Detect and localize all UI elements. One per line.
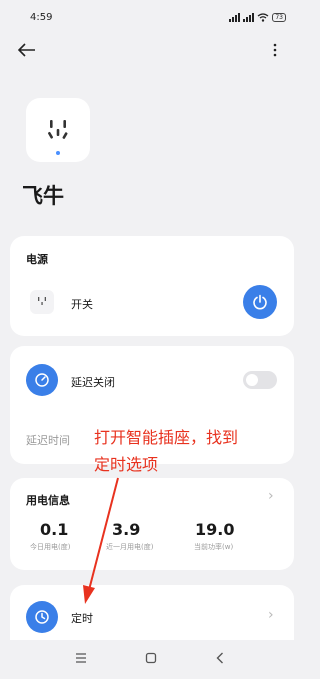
back-icon[interactable] [16, 39, 38, 61]
clock-icon [26, 601, 58, 633]
nav-back-icon[interactable] [215, 652, 225, 668]
month-usage-value: 3.9 [112, 520, 141, 539]
signal-icon-2 [243, 12, 255, 22]
device-image [26, 98, 90, 162]
home-icon[interactable] [145, 652, 157, 668]
timer-label: 定时 [71, 612, 93, 625]
status-indicator-icon [56, 151, 60, 155]
power-icon [253, 294, 267, 310]
month-usage-label: 近一月用电(度) [106, 543, 154, 551]
annotation-line-1: 打开智能插座，找到 [94, 428, 239, 447]
status-time: 4:59 [30, 11, 53, 23]
navigation-bar [0, 640, 300, 679]
today-usage-value: 0.1 [40, 520, 69, 539]
annotation-text: 打开智能插座，找到 定时选项 [94, 424, 294, 478]
battery-icon: 73 [272, 12, 286, 22]
timer-chevron-icon: › [268, 607, 274, 623]
switch-label: 开关 [71, 298, 93, 311]
delay-off-toggle[interactable] [243, 371, 277, 389]
delay-icon [26, 364, 58, 396]
today-usage-label: 今日用电(度) [30, 543, 71, 551]
annotation-line-2: 定时选项 [94, 455, 159, 474]
usage-chevron-icon: › [268, 488, 274, 504]
device-name: 飞牛 [22, 184, 64, 208]
current-power-label: 当前功率(w) [194, 543, 234, 551]
top-bar [0, 34, 300, 66]
status-icons: 73 [229, 12, 286, 22]
power-button[interactable] [243, 285, 277, 319]
toggle-knob [246, 374, 258, 386]
signal-icon [229, 12, 241, 22]
delay-off-label: 延迟关闭 [71, 376, 115, 389]
more-icon[interactable] [264, 39, 286, 61]
socket-icon [48, 120, 68, 139]
power-card: 电源 开关 [10, 236, 294, 336]
usage-card[interactable]: 用电信息 › 0.1 今日用电(度) 3.9 近一月用电(度) 19.0 当前功… [10, 478, 294, 570]
recents-icon[interactable] [75, 652, 87, 667]
plug-icon [30, 290, 54, 314]
current-power-value: 19.0 [195, 520, 235, 539]
status-bar: 4:59 73 [0, 0, 300, 34]
delay-time-label[interactable]: 延迟时间 [26, 432, 70, 448]
wifi-icon [257, 12, 269, 22]
usage-card-title: 用电信息 [26, 494, 70, 507]
power-card-title: 电源 [26, 253, 48, 266]
